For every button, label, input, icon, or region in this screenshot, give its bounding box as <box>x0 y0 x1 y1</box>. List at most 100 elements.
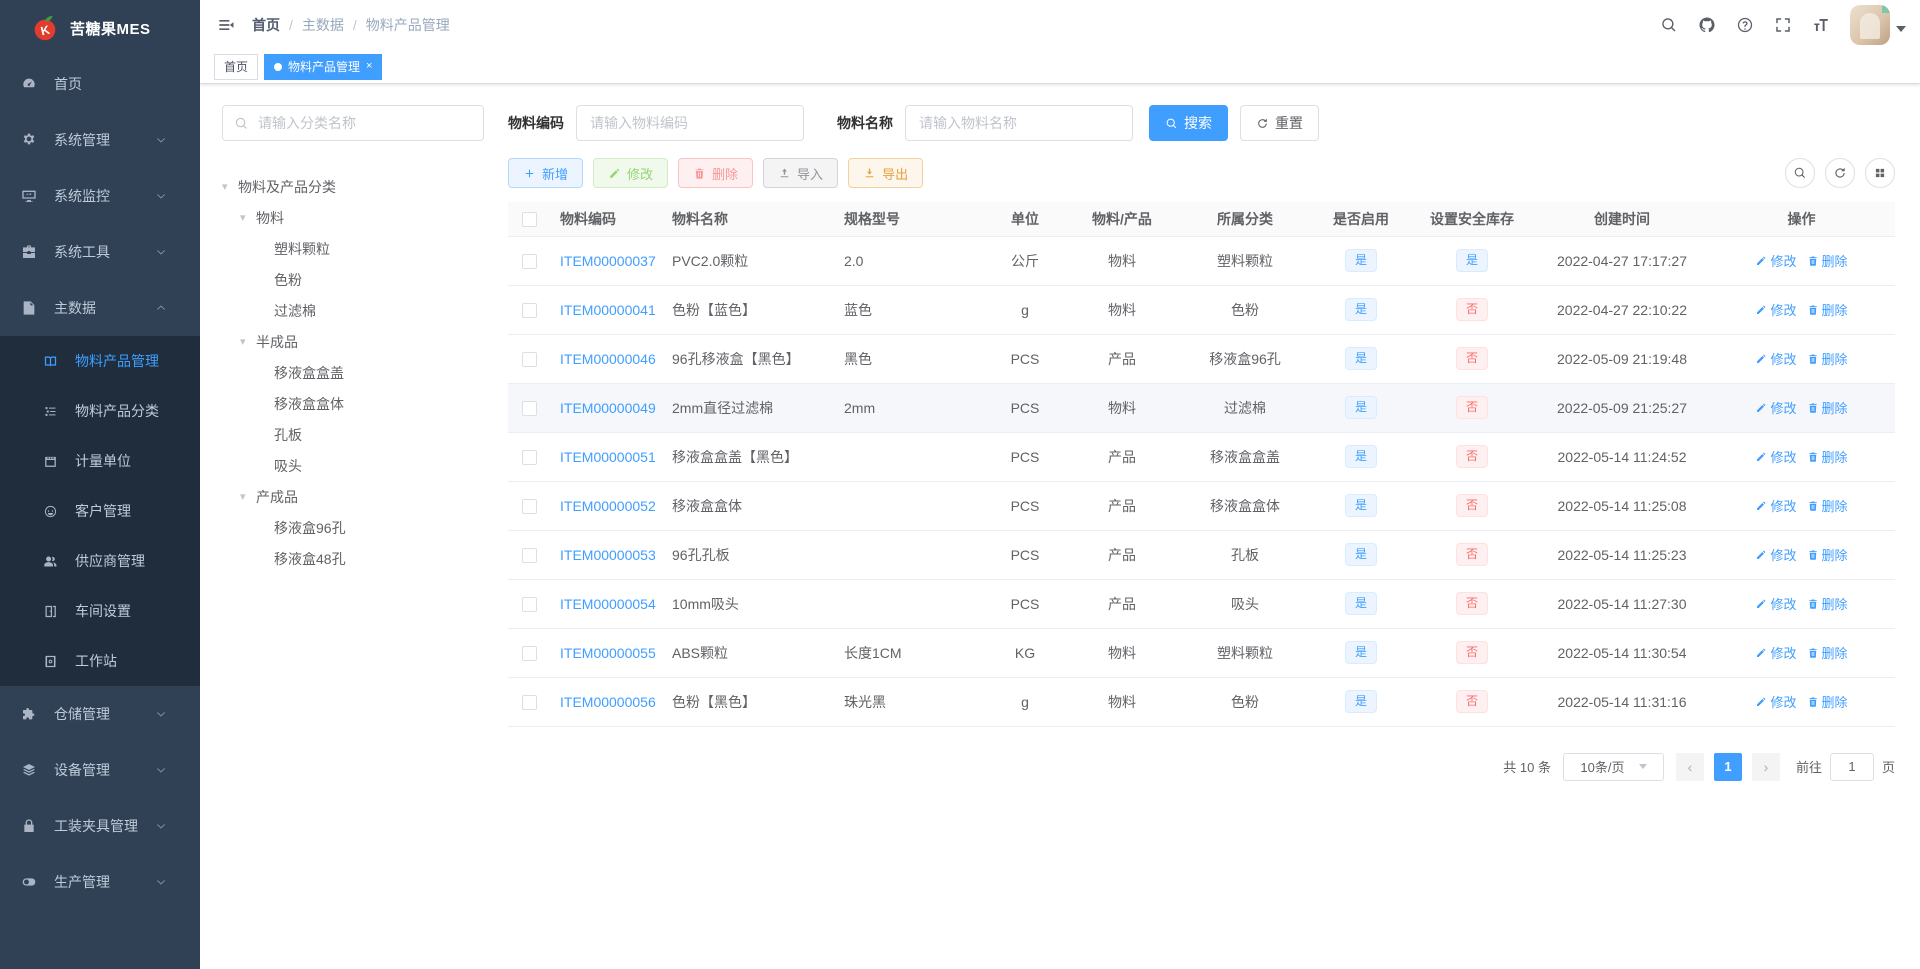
sidebar-item-main-data[interactable]: 主数据 <box>0 280 200 336</box>
material-code-link[interactable]: ITEM00000052 <box>560 498 656 514</box>
help-icon[interactable] <box>1736 16 1754 34</box>
row-edit-link[interactable]: 修改 <box>1755 496 1797 515</box>
row-edit-link[interactable]: 修改 <box>1755 447 1797 466</box>
app-logo[interactable]: K 苦糖果MES <box>0 0 200 56</box>
material-name-input[interactable] <box>905 105 1133 141</box>
row-edit-link[interactable]: 修改 <box>1755 251 1797 270</box>
sidebar-item-system-management[interactable]: 系统管理 <box>0 112 200 168</box>
toggle-search-button[interactable] <box>1785 158 1815 188</box>
tree-node[interactable]: ▾ 物料 <box>222 202 484 233</box>
tree-node[interactable]: 过滤棉 <box>222 295 484 326</box>
tree-node[interactable]: 孔板 <box>222 419 484 450</box>
sidebar-item-measurement-unit[interactable]: 计量单位 <box>0 436 200 486</box>
row-checkbox[interactable] <box>521 253 537 269</box>
material-code-link[interactable]: ITEM00000053 <box>560 547 656 563</box>
row-checkbox[interactable] <box>521 694 537 710</box>
add-button[interactable]: 新增 <box>508 158 584 188</box>
tree-expand-caret[interactable]: ▾ <box>240 335 256 348</box>
row-checkbox[interactable] <box>521 547 537 563</box>
material-code-link[interactable]: ITEM00000051 <box>560 449 656 465</box>
sidebar-item-production-management[interactable]: 生产管理 <box>0 854 200 910</box>
prev-page-button[interactable]: ‹ <box>1675 752 1704 781</box>
user-avatar[interactable] <box>1850 5 1890 45</box>
row-checkbox[interactable] <box>521 498 537 514</box>
tree-node[interactable]: 塑料颗粒 <box>222 233 484 264</box>
sidebar-item-system-tools[interactable]: 系统工具 <box>0 224 200 280</box>
material-code-link[interactable]: ITEM00000037 <box>560 253 656 269</box>
row-checkbox[interactable] <box>521 449 537 465</box>
close-icon[interactable]: × <box>366 61 372 72</box>
tree-expand-caret[interactable]: ▾ <box>240 211 256 224</box>
row-delete-link[interactable]: 删除 <box>1807 545 1848 564</box>
row-edit-link[interactable]: 修改 <box>1755 643 1797 662</box>
search-button[interactable]: 搜索 <box>1149 105 1228 141</box>
tree-node[interactable]: 色粉 <box>222 264 484 295</box>
tree-node[interactable]: ▾ 产成品 <box>222 481 484 512</box>
row-edit-link[interactable]: 修改 <box>1755 349 1797 368</box>
material-code-link[interactable]: ITEM00000041 <box>560 302 656 318</box>
row-delete-link[interactable]: 删除 <box>1807 349 1848 368</box>
tree-node[interactable]: 移液盒96孔 <box>222 512 484 543</box>
sidebar-item-home[interactable]: 首页 <box>0 56 200 112</box>
sidebar-item-workshop-settings[interactable]: 车间设置 <box>0 586 200 636</box>
row-edit-link[interactable]: 修改 <box>1755 300 1797 319</box>
row-delete-link[interactable]: 删除 <box>1807 692 1848 711</box>
sidebar-item-warehouse-management[interactable]: 仓储管理 <box>0 686 200 742</box>
row-delete-link[interactable]: 删除 <box>1807 447 1848 466</box>
delete-button[interactable]: 删除 <box>678 158 754 188</box>
row-checkbox[interactable] <box>521 351 537 367</box>
tab-material-product-management[interactable]: 物料产品管理 × <box>264 53 383 80</box>
row-checkbox[interactable] <box>521 302 537 318</box>
row-delete-link[interactable]: 删除 <box>1807 300 1848 319</box>
refresh-table-button[interactable] <box>1825 158 1855 188</box>
row-checkbox[interactable] <box>521 596 537 612</box>
export-button[interactable]: 导出 <box>848 158 924 188</box>
sidebar-item-workstation[interactable]: 工作站 <box>0 636 200 686</box>
tree-expand-caret[interactable]: ▾ <box>240 490 256 503</box>
page-1-button[interactable]: 1 <box>1713 752 1742 781</box>
row-delete-link[interactable]: 删除 <box>1807 643 1848 662</box>
material-code-link[interactable]: ITEM00000046 <box>560 351 656 367</box>
sidebar-item-system-monitor[interactable]: 系统监控 <box>0 168 200 224</box>
row-checkbox[interactable] <box>521 645 537 661</box>
select-all-checkbox[interactable] <box>521 212 537 228</box>
tree-node[interactable]: 吸头 <box>222 450 484 481</box>
sidebar-item-equipment-management[interactable]: 设备管理 <box>0 742 200 798</box>
material-code-link[interactable]: ITEM00000055 <box>560 645 656 661</box>
font-size-icon[interactable] <box>1812 16 1830 34</box>
tab-home[interactable]: 首页 <box>214 53 259 80</box>
material-code-link[interactable]: ITEM00000049 <box>560 400 656 416</box>
user-menu[interactable] <box>1850 5 1906 45</box>
edit-button[interactable]: 修改 <box>593 158 669 188</box>
row-edit-link[interactable]: 修改 <box>1755 692 1797 711</box>
row-edit-link[interactable]: 修改 <box>1755 398 1797 417</box>
search-icon[interactable] <box>1660 16 1678 34</box>
sidebar-item-customer-management[interactable]: 客户管理 <box>0 486 200 536</box>
goto-page-input[interactable] <box>1829 752 1874 781</box>
page-size-select[interactable]: 10条/页 <box>1562 752 1664 781</box>
sidebar-item-tooling-fixture-management[interactable]: 工装夹具管理 <box>0 798 200 854</box>
sidebar-item-supplier-management[interactable]: 供应商管理 <box>0 536 200 586</box>
next-page-button[interactable]: › <box>1751 752 1780 781</box>
row-delete-link[interactable]: 删除 <box>1807 496 1848 515</box>
material-code-link[interactable]: ITEM00000056 <box>560 694 656 710</box>
github-icon[interactable] <box>1698 16 1716 34</box>
breadcrumb-home[interactable]: 首页 <box>252 15 280 35</box>
caret-down-icon[interactable] <box>1896 26 1906 32</box>
fullscreen-icon[interactable] <box>1774 16 1792 34</box>
import-button[interactable]: 导入 <box>763 158 839 188</box>
row-delete-link[interactable]: 删除 <box>1807 398 1848 417</box>
tree-node[interactable]: ▾ 物料及产品分类 <box>222 171 484 202</box>
tree-node[interactable]: ▾ 半成品 <box>222 326 484 357</box>
sidebar-item-material-product-management[interactable]: 物料产品管理 <box>0 336 200 386</box>
hamburger-icon[interactable] <box>216 15 236 35</box>
row-delete-link[interactable]: 删除 <box>1807 251 1848 270</box>
tree-node[interactable]: 移液盒48孔 <box>222 543 484 574</box>
row-delete-link[interactable]: 删除 <box>1807 594 1848 613</box>
sidebar-item-material-product-category[interactable]: 物料产品分类 <box>0 386 200 436</box>
tree-node[interactable]: 移液盒盒体 <box>222 388 484 419</box>
tree-node[interactable]: 移液盒盒盖 <box>222 357 484 388</box>
material-code-link[interactable]: ITEM00000054 <box>560 596 656 612</box>
tree-expand-caret[interactable]: ▾ <box>222 180 238 193</box>
material-code-input[interactable] <box>576 105 804 141</box>
